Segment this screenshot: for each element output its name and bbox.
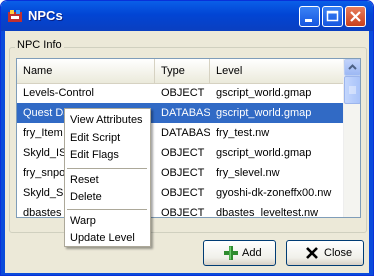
close-window-button[interactable] (345, 6, 366, 27)
title-bar[interactable]: NPCs (1, 1, 373, 31)
cell-level: gscript_world.gmap (216, 87, 312, 99)
window-frame-right (369, 31, 373, 275)
add-button[interactable]: Add (203, 240, 276, 266)
menu-item-view-attributes[interactable]: View Attributes (65, 111, 150, 129)
cell-type: OBJECT (161, 167, 205, 179)
context-menu: View Attributes Edit Script Edit Flags R… (64, 108, 151, 247)
cell-name: Levels-Control (23, 87, 94, 99)
column-header-type[interactable]: Type (155, 59, 210, 83)
menu-separator (67, 209, 147, 210)
close-button-label: Close (324, 247, 353, 259)
x-icon (306, 247, 318, 259)
menu-item-edit-flags[interactable]: Edit Flags (65, 146, 150, 164)
menu-item-reset[interactable]: Reset (65, 171, 150, 189)
npc-info-label: NPC Info (15, 39, 64, 51)
maximize-button[interactable] (322, 6, 343, 27)
window-title: NPCs (28, 8, 63, 23)
scroll-thumb[interactable] (344, 76, 360, 104)
cell-type: OBJECT (161, 207, 205, 218)
column-header-name[interactable]: Name (17, 59, 155, 83)
close-icon (350, 11, 361, 22)
cell-level: fry_slevel.nw (216, 167, 280, 179)
table-row[interactable]: Levels-Control OBJECT gscript_world.gmap (17, 83, 343, 103)
maximize-icon (326, 10, 339, 22)
minimize-button[interactable] (299, 6, 320, 27)
cell-level: dbastes_leveltest.nw (216, 207, 319, 218)
menu-item-warp[interactable]: Warp (65, 212, 150, 230)
close-button[interactable]: Close (286, 240, 364, 266)
cell-level: gscript_world.gmap (216, 147, 312, 159)
cell-type: OBJECT (161, 87, 205, 99)
cell-type: OBJECT (161, 147, 205, 159)
cell-level: gyoshi-dk-zoneffx00.nw (216, 187, 332, 199)
cell-type: DATABASE (161, 127, 210, 139)
cell-type: OBJECT (161, 187, 205, 199)
app-icon (8, 10, 22, 22)
window-frame-left (1, 31, 5, 275)
grip-icon (349, 86, 356, 94)
chevron-up-icon (348, 64, 357, 70)
add-button-label: Add (242, 247, 262, 259)
npcs-window: NPCs NPC Info Name Type Level Levels-Con… (0, 0, 374, 276)
menu-separator (67, 168, 147, 169)
vertical-scrollbar[interactable] (343, 59, 360, 217)
cell-level: fry_test.nw (216, 127, 270, 139)
column-header-level[interactable]: Level (210, 59, 343, 83)
add-icon (224, 246, 238, 260)
scroll-up-button[interactable] (344, 59, 360, 76)
menu-item-update-level[interactable]: Update Level (65, 229, 150, 247)
cell-type: DATABASE (161, 107, 210, 119)
menu-item-edit-script[interactable]: Edit Script (65, 129, 150, 147)
cell-level: gscript_world.gmap (216, 107, 312, 119)
menu-item-delete[interactable]: Delete (65, 188, 150, 206)
minimize-icon (305, 19, 312, 22)
list-header: Name Type Level (17, 59, 343, 84)
